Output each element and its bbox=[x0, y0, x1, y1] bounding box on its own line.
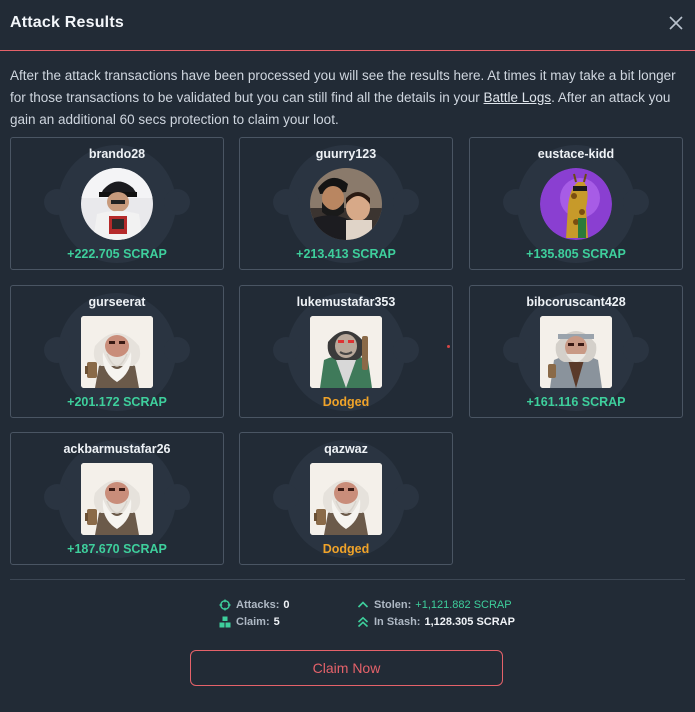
crosshair-icon bbox=[219, 599, 231, 610]
claim-label: Claim: bbox=[236, 615, 270, 628]
attacks-stat: Attacks: 0 bbox=[219, 596, 290, 613]
double-chevron-up-icon bbox=[357, 616, 369, 627]
avatar bbox=[310, 463, 382, 535]
battle-logs-link[interactable]: Battle Logs bbox=[484, 90, 552, 105]
attacks-label: Attacks: bbox=[236, 598, 280, 611]
stats-left: Attacks: 0 Claim: 5 bbox=[219, 596, 290, 630]
avatar bbox=[540, 168, 612, 240]
result-card[interactable]: gurseerat +201.172 SCRAP bbox=[10, 285, 224, 418]
scrap-gain-label: +135.805 SCRAP bbox=[526, 247, 626, 261]
player-name: gurseerat bbox=[88, 295, 146, 309]
divider bbox=[10, 579, 685, 580]
close-icon[interactable] bbox=[667, 14, 685, 32]
avatar bbox=[81, 316, 153, 388]
attack-results-modal: Attack Results After the attack transact… bbox=[0, 0, 695, 712]
claim-stat: Claim: 5 bbox=[219, 613, 290, 630]
dodged-label: Dodged bbox=[322, 395, 370, 409]
stolen-value: +1,121.882 SCRAP bbox=[415, 598, 512, 611]
result-card[interactable]: eustace-kidd +135.805 SCRAP bbox=[469, 137, 683, 270]
scrap-gain-label: +201.172 SCRAP bbox=[67, 395, 167, 409]
stash-stat: In Stash: 1,128.305 SCRAP bbox=[357, 613, 515, 630]
stash-value: 1,128.305 SCRAP bbox=[424, 615, 515, 628]
result-card[interactable]: bibcoruscant428 +161.116 SCRAP bbox=[469, 285, 683, 418]
scrap-gain-label: +161.116 SCRAP bbox=[526, 395, 626, 409]
intro-text: After the attack transactions have been … bbox=[10, 65, 682, 131]
result-card[interactable]: qazwaz Dodged bbox=[239, 432, 453, 565]
stash-label: In Stash: bbox=[374, 615, 421, 628]
result-card[interactable]: brando28 +222.705 SCRAP bbox=[10, 137, 224, 270]
player-name: qazwaz bbox=[324, 442, 368, 456]
scrap-gain-label: +213.413 SCRAP bbox=[296, 247, 396, 261]
modal-header: Attack Results bbox=[0, 0, 695, 51]
player-name: ackbarmustafar26 bbox=[63, 442, 171, 456]
red-dot-marker bbox=[447, 345, 450, 348]
result-card[interactable]: guurry123 +213.413 SCRAP bbox=[239, 137, 453, 270]
result-card[interactable]: lukemustafar353 Dodged bbox=[239, 285, 453, 418]
player-name: brando28 bbox=[88, 147, 146, 161]
stolen-label: Stolen: bbox=[374, 598, 412, 611]
scrap-gain-label: +187.670 SCRAP bbox=[67, 542, 167, 556]
stats-right: Stolen: +1,121.882 SCRAP In Stash: 1,128… bbox=[357, 596, 515, 630]
boxes-icon bbox=[219, 616, 231, 627]
attacks-value: 0 bbox=[283, 598, 290, 611]
avatar bbox=[310, 316, 382, 388]
avatar bbox=[310, 168, 382, 240]
avatar bbox=[540, 316, 612, 388]
claim-now-button[interactable]: Claim Now bbox=[190, 650, 503, 686]
player-name: lukemustafar353 bbox=[296, 295, 396, 309]
avatar bbox=[81, 168, 153, 240]
dodged-label: Dodged bbox=[322, 542, 370, 556]
player-name: bibcoruscant428 bbox=[526, 295, 626, 309]
result-card[interactable]: ackbarmustafar26 +187.670 SCRAP bbox=[10, 432, 224, 565]
claim-value: 5 bbox=[273, 615, 280, 628]
stolen-stat: Stolen: +1,121.882 SCRAP bbox=[357, 596, 515, 613]
avatar bbox=[81, 463, 153, 535]
modal-title: Attack Results bbox=[10, 14, 124, 31]
player-name: eustace-kidd bbox=[537, 147, 615, 161]
scrap-gain-label: +222.705 SCRAP bbox=[67, 247, 167, 261]
chevron-up-icon bbox=[357, 600, 369, 608]
player-name: guurry123 bbox=[315, 147, 377, 161]
